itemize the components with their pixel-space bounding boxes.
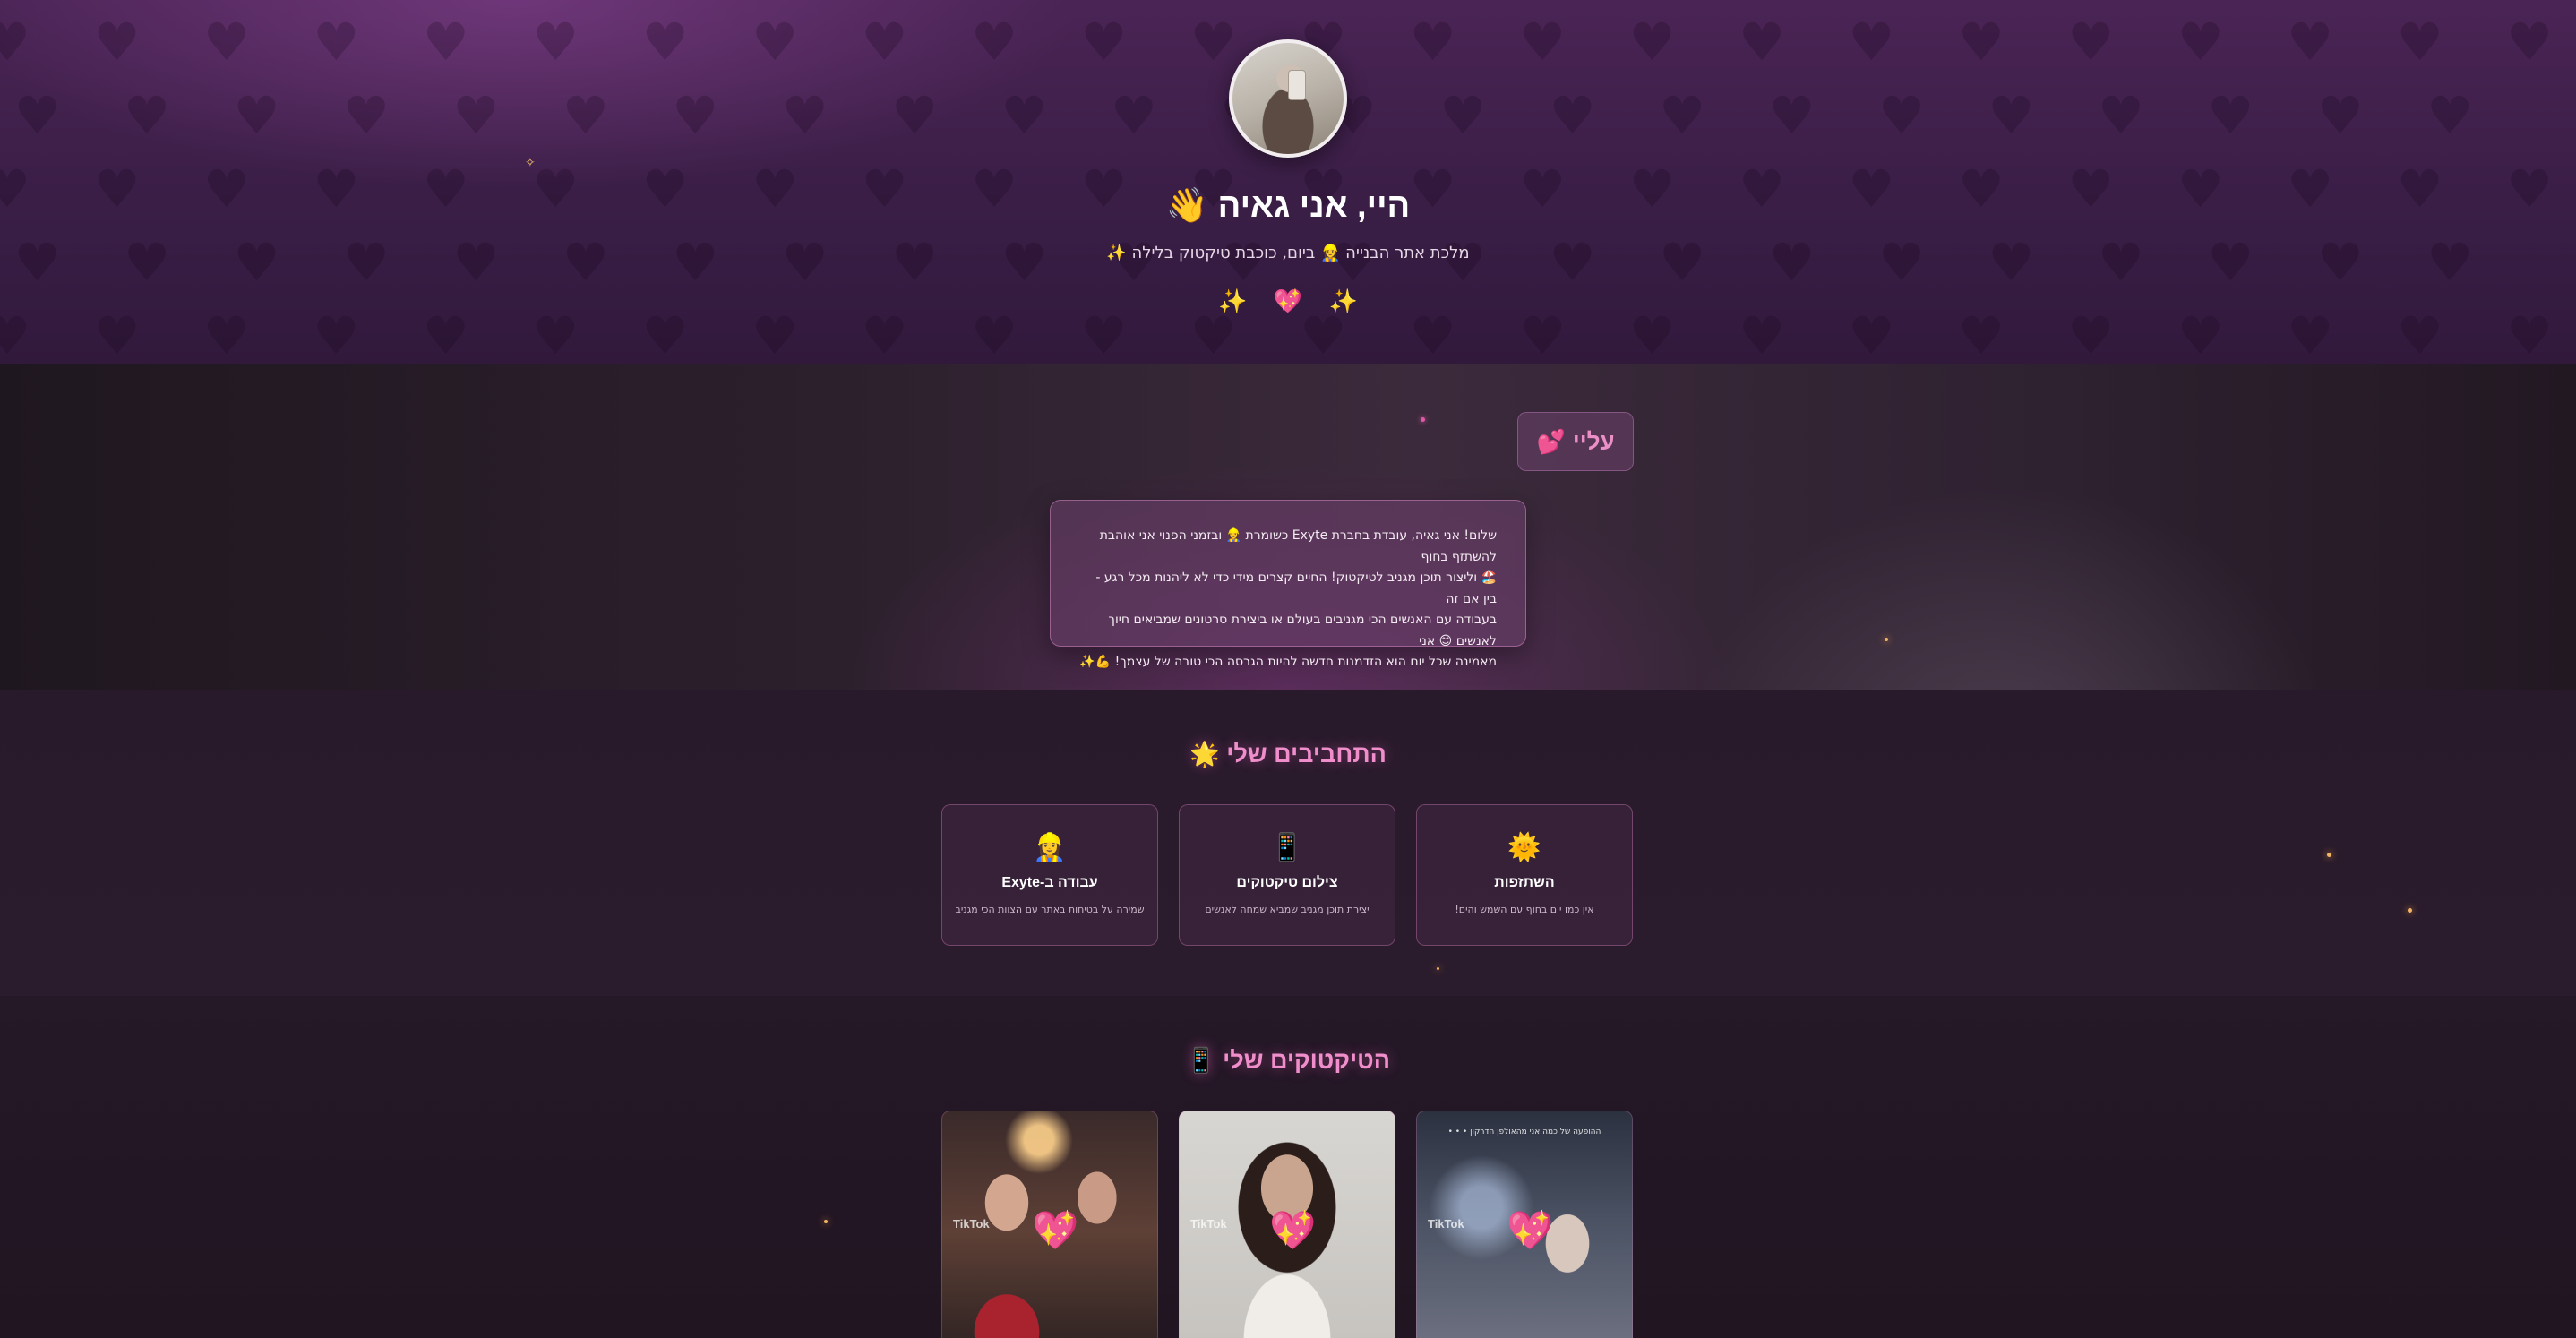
glow-dot — [2408, 908, 2412, 913]
tiktok-watermark: TikTok — [1190, 1217, 1227, 1231]
hobby-name: השתזפות — [1494, 875, 1555, 890]
star-icon: 🌟 — [1189, 741, 1220, 768]
hero-section: ♥ ♥ ♥ ♥ ♥ ♥ ♥ ♥ ♥ ♥ ♥ ♥ ♥ ♥ ♥ ♥ ♥ ♥ ♥ ♥ … — [0, 0, 2576, 364]
page-title: היי, אני גאיה 👋 — [0, 186, 2576, 226]
hobby-name: עבודה ב-Exyte — [1001, 875, 1098, 890]
heart-icon: 💖 — [1273, 288, 1303, 315]
about-line: 🏖️ וליצור תוכן מגניב לטיקטוק! החיים קצרי… — [1095, 570, 1497, 606]
about-section: עליי 💕 שלום! אני גאיה, עובדת בחברת Exyte… — [0, 364, 2576, 690]
sparkle-icon: ✧ — [525, 156, 536, 170]
about-line: מאמינה שכל יום הוא הזדמנות חדשה להיות הג… — [1079, 655, 1497, 669]
page-title-text: היי, אני גאיה — [1217, 187, 1411, 225]
tiktoks-title: הטיקטוקים שלי 📱 — [0, 1046, 2576, 1075]
hobby-name: צילום טיקטוקים — [1236, 875, 1338, 890]
tiktok-video-card[interactable]: TikTok 💖 — [941, 1111, 1158, 1338]
tiktok-video-card[interactable]: TikTok 💖 — [1179, 1111, 1395, 1338]
hero-icon-row: ✨ 💖 ✨ — [1218, 285, 1358, 319]
tiktoks-title-text: הטיקטוקים שלי — [1223, 1047, 1391, 1074]
avatar-phone-detail — [1288, 70, 1306, 100]
hobby-desc: אין כמו יום בחוף עם השמש והים! — [1455, 904, 1594, 915]
about-line: שלום! אני גאיה, עובדת בחברת Exyte כשומרת… — [1099, 528, 1497, 564]
hero-subtitle: מלכת אתר הבנייה 👷‍♀️ ביום, כוכבת טיקטוק … — [1106, 244, 1470, 262]
tiktoks-section: הטיקטוקים שלי 📱 ההופעה של כמה אני מהאולפ… — [0, 996, 2576, 1338]
hobby-card-exyte[interactable]: 👷‍♀️ עבודה ב-Exyte שמירה על בטיחות באתר … — [941, 804, 1158, 946]
two-hearts-icon: 💕 — [1536, 427, 1566, 455]
video-caption: ההופעה של כמה אני מהאולפן הדרקון • • • — [1447, 1128, 1601, 1136]
hobbies-section: התחביבים שלי 🌟 🌞 השתזפות אין כמו יום בחו… — [0, 690, 2576, 996]
construction-worker-icon: 👷‍♀️ — [1033, 832, 1067, 863]
glow-dot — [1885, 638, 1888, 641]
hobbies-title-text: התחביבים שלי — [1226, 741, 1387, 768]
hobby-desc: שמירה על בטיחות באתר עם הצוות הכי מגניב — [955, 904, 1145, 915]
hobby-desc: יצירת תוכן מגניב שמביא שמחה לאנשים — [1205, 904, 1370, 915]
tiktok-watermark: TikTok — [1428, 1217, 1464, 1231]
glow-dot — [824, 1220, 828, 1223]
tiktok-watermark: TikTok — [953, 1217, 990, 1231]
sparkling-heart-icon: 💖 — [1032, 1208, 1079, 1252]
sparkling-heart-icon: 💖 — [1269, 1208, 1317, 1252]
tiktok-video-card[interactable]: ההופעה של כמה אני מהאולפן הדרקון • • • T… — [1416, 1111, 1633, 1338]
about-title-text: עליי — [1572, 427, 1615, 455]
about-line: בעבודה עם האנשים הכי מגניבים בעולם או בי… — [1108, 613, 1497, 648]
avatar — [1229, 39, 1347, 158]
sparkles-icon: ✨ — [1328, 288, 1358, 315]
sun-icon: 🌞 — [1507, 832, 1541, 863]
glow-dot — [1421, 417, 1425, 422]
glow-dot — [2327, 853, 2331, 857]
hobbies-title: התחביבים שלי 🌟 — [0, 740, 2576, 768]
hobby-card-tanning[interactable]: 🌞 השתזפות אין כמו יום בחוף עם השמש והים! — [1416, 804, 1633, 946]
hobby-card-tiktok[interactable]: 📱 צילום טיקטוקים יצירת תוכן מגניב שמביא … — [1179, 804, 1395, 946]
glow-dot — [1437, 967, 1439, 970]
sparkling-heart-icon: 💖 — [1507, 1208, 1554, 1252]
about-card: שלום! אני גאיה, עובדת בחברת Exyte כשומרת… — [1050, 500, 1526, 669]
sparkles-icon: ✨ — [1218, 288, 1248, 315]
phone-icon: 📱 — [1185, 1047, 1216, 1074]
phone-icon: 📱 — [1270, 832, 1304, 863]
about-title: עליי 💕 — [1517, 412, 1634, 471]
waving-hand-icon: 👋 — [1165, 187, 1209, 225]
